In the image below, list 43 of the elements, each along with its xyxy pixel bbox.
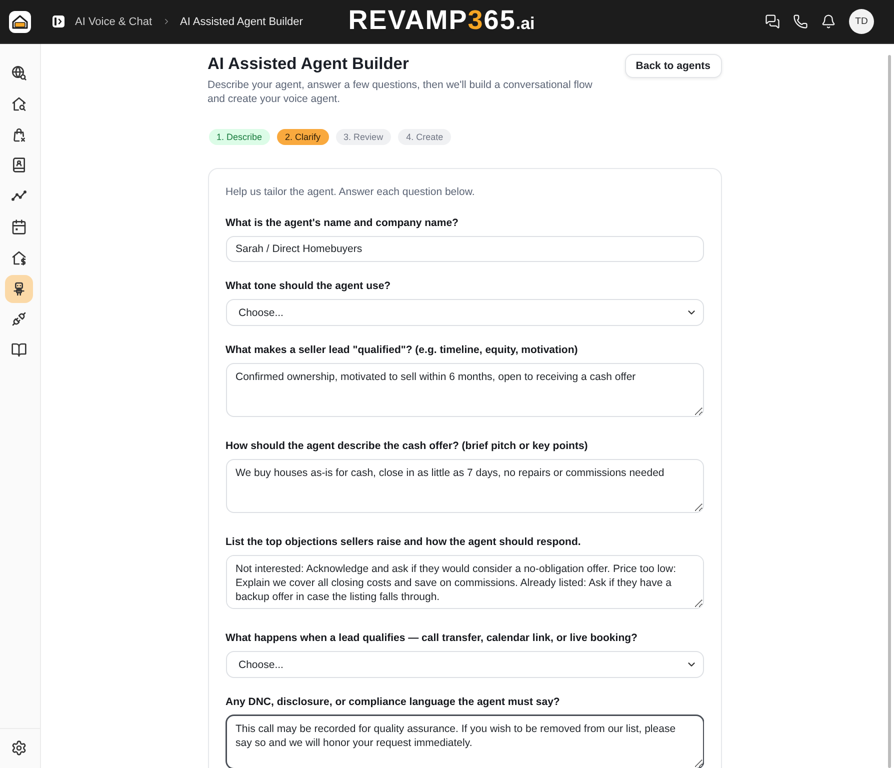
dropdown-field[interactable]: Choose... xyxy=(226,299,704,326)
contact-book-icon xyxy=(11,157,27,174)
step-pill: 1. Describe xyxy=(208,129,270,145)
robot-icon xyxy=(11,280,27,297)
chat-icon[interactable] xyxy=(765,14,780,29)
breadcrumb-link[interactable]: AI Assisted Agent Builder xyxy=(180,16,303,28)
scrollbar-thumb[interactable] xyxy=(888,55,891,768)
text-area[interactable]: Not interested: Acknowledge and ask if they would consider a no-obligation offer. Price too low: Explain we cover all closing costs and save on commissions. Already listed: Ask if they have a backup offer in case the listing falls through. xyxy=(226,555,704,609)
calendar-icon xyxy=(11,218,27,235)
question-label: How should the agent describe the cash offer? (brief pitch or key points) xyxy=(226,439,589,453)
page-title: AI Assisted Agent Builder xyxy=(208,54,410,75)
breadcrumb-link[interactable]: AI Voice & Chat xyxy=(75,16,152,28)
step-pill: 4. Create xyxy=(398,129,452,145)
globe-search-icon xyxy=(11,65,27,81)
open-book-icon xyxy=(11,342,27,358)
nav-item[interactable] xyxy=(5,274,33,303)
user-avatar[interactable]: TD xyxy=(849,9,874,34)
question-label: What makes a seller lead "qualified"? (e.g. timeline, equity, motivation) xyxy=(226,343,579,357)
question-label: What happens when a lead qualifies — call transfer, calendar link, or live booking? xyxy=(226,631,638,645)
brand-logo: REVAMP365.ai xyxy=(348,4,535,36)
step-pill: 2. Clarify xyxy=(277,129,329,145)
house-dollar-icon xyxy=(11,250,27,266)
app-logo-icon[interactable] xyxy=(9,10,31,32)
question-label: What tone should the agent use? xyxy=(226,279,392,293)
question-label: Any DNC, disclosure, or compliance language the agent must say? xyxy=(226,695,561,709)
notification-bell-icon[interactable] xyxy=(821,14,836,29)
plug-icon xyxy=(11,311,27,328)
form-intro: Help us tailor the agent. Answer each question below. xyxy=(226,185,476,199)
house-search-icon xyxy=(11,96,27,112)
text-area[interactable]: Confirmed ownership, motivated to sell within 6 months, open to receiving a cash offer xyxy=(226,363,704,417)
step-pill: 3. Review xyxy=(336,129,392,145)
settings-icon xyxy=(11,740,27,756)
text-area[interactable]: We buy houses as-is for cash, close in as little as 7 days, no repairs or commissions needed xyxy=(226,459,704,513)
panel-expand-icon[interactable] xyxy=(52,15,65,28)
shopping-bag-icon xyxy=(11,126,27,143)
question-label: What is the agent's name and company name? xyxy=(226,216,460,230)
text-area[interactable]: This call may be recorded for quality assurance. If you wish to be removed from our list, please say so and we will honor your request immediately. xyxy=(226,715,704,768)
input-field[interactable]: Sarah / Direct Homebuyers xyxy=(226,236,704,262)
phone-icon[interactable] xyxy=(793,14,808,29)
back-button[interactable]: Back to agents xyxy=(624,54,722,78)
dropdown-field[interactable]: Choose... xyxy=(226,651,704,678)
question-label: List the top objections sellers raise and how the agent should respond. xyxy=(226,535,582,549)
page-subtitle: Describe your agent, answer a few questions, then we'll build a conversational flow and create your voice agent. xyxy=(208,78,594,106)
